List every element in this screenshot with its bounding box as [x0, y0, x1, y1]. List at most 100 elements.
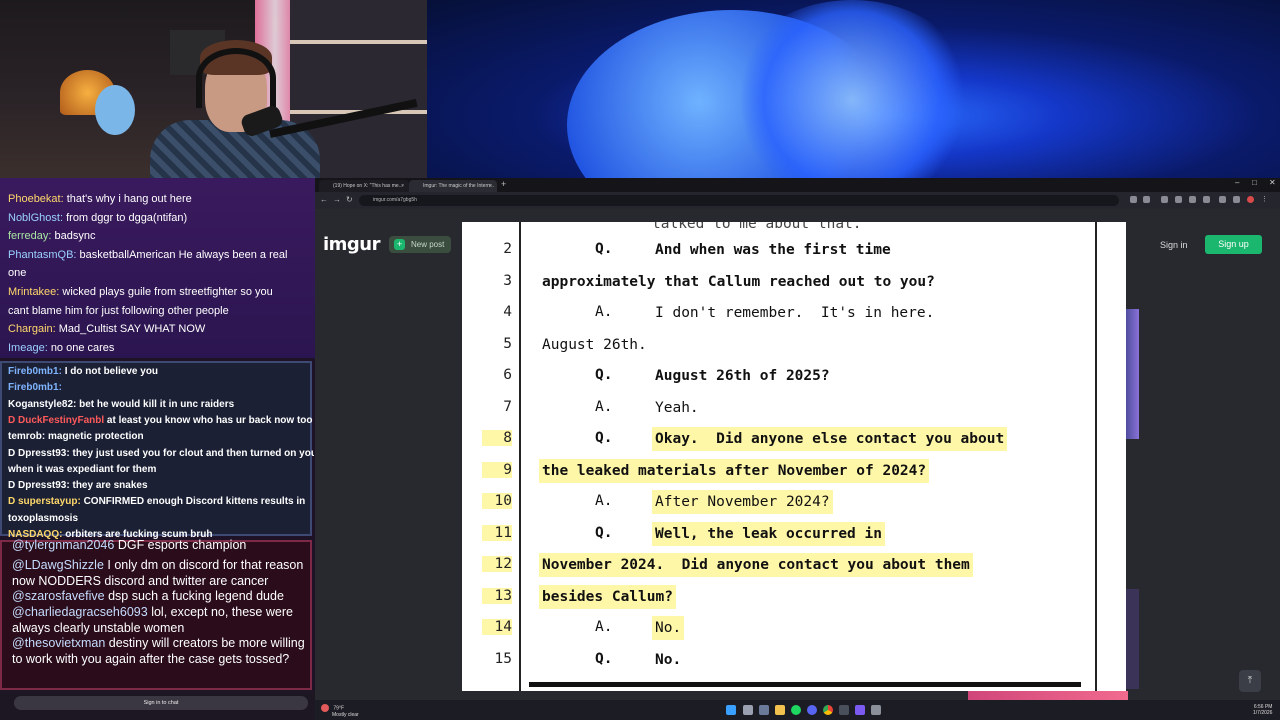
chat-username[interactable]: NoblGhost: [8, 212, 63, 224]
back-icon[interactable]: ← [320, 195, 328, 204]
weather-temp: 79°F [333, 705, 345, 712]
chat-overlay: Phoebekat: that's why i hang out here Nob… [0, 178, 315, 720]
transcript-text: After November 2024? [652, 490, 833, 514]
weather-widget[interactable]: 79°F Mostly clear [321, 704, 359, 718]
chat-username[interactable]: D superstayup: [8, 496, 81, 507]
zoom-icon[interactable] [1130, 196, 1137, 203]
chat-section-mid: Fireb0mb1: I do not believe you Fireb0mb1… [0, 361, 314, 540]
browser-window: (19) Hope on X: "This has me... × Imgur: … [315, 178, 1280, 700]
transcript-image: talked to me about that. 2 Q. And when was… [462, 222, 1126, 691]
forward-icon[interactable]: → [333, 195, 341, 204]
folder-icon[interactable] [775, 705, 785, 715]
extension-icon[interactable] [1161, 196, 1168, 203]
downloads-icon[interactable] [1219, 196, 1226, 203]
extension-icon[interactable] [1189, 196, 1196, 203]
tab-imgur[interactable]: Imgur: The magic of the Intern... × [409, 180, 497, 192]
chat-username[interactable]: ferreday: [8, 230, 51, 242]
chat-username[interactable]: D DuckFestinyFanbl [8, 415, 104, 426]
extension-icon[interactable] [1203, 196, 1210, 203]
chat-username[interactable]: Koganstyle82: [8, 399, 76, 410]
chat-message: D superstayup: CONFIRMED enough Discord … [8, 494, 314, 510]
clock-date: 1/7/2026 [1253, 710, 1273, 716]
tab-label: (19) Hope on X: "This has me... [333, 183, 403, 189]
chat-text: bet he would kill it in unc raiders [79, 398, 235, 410]
speaker-tag: Q. [595, 367, 613, 383]
chat-username[interactable]: D Dpresst93: [8, 448, 70, 459]
app-icon[interactable] [839, 705, 849, 715]
sidebar-icon[interactable] [1233, 196, 1240, 203]
shelf-edge [290, 40, 427, 44]
tab-bar: (19) Hope on X: "This has me... × Imgur: … [315, 178, 1280, 192]
maximize-button[interactable]: □ [1252, 178, 1257, 187]
profile-avatar[interactable] [1247, 196, 1254, 203]
side-thumbnail[interactable] [1125, 309, 1139, 439]
tab-twitter[interactable]: (19) Hope on X: "This has me... × [319, 180, 409, 192]
line-number: 3 [503, 272, 512, 289]
webcam-feed [0, 0, 427, 178]
chat-mention[interactable]: @thesovietxman [12, 636, 105, 650]
speaker-tag: Q. [595, 524, 613, 541]
start-icon[interactable] [726, 705, 736, 715]
sign-in-to-chat-button[interactable]: Sign in to chat [14, 696, 308, 710]
close-tab-icon[interactable]: × [489, 180, 492, 192]
chat-section-top: Phoebekat: that's why i hang out here Nob… [0, 178, 315, 358]
right-margin-rule [1095, 222, 1097, 691]
chat-username[interactable]: Phoebekat: [8, 193, 64, 205]
obs-icon[interactable] [855, 705, 865, 715]
chrome-icon[interactable] [823, 705, 833, 715]
chat-mention[interactable]: @LDawgShizzle [12, 558, 104, 572]
chat-message: D DuckFestinyFanbl at least you know who… [8, 413, 314, 429]
promo-banner[interactable] [968, 691, 1128, 700]
chat-text: cant blame him for just following other … [8, 304, 229, 317]
chat-message: @szarosfavefive dsp such a fucking legen… [12, 589, 308, 605]
spotify-icon[interactable] [791, 705, 801, 715]
chat-message: one [8, 264, 308, 283]
close-tab-icon[interactable]: × [401, 180, 404, 192]
sign-up-button[interactable]: Sign up [1205, 235, 1262, 254]
chat-username[interactable]: Chargain: [8, 323, 56, 335]
reload-icon[interactable]: ↻ [346, 195, 353, 204]
discord-icon[interactable] [807, 705, 817, 715]
chat-message: when it was expediant for them [8, 462, 314, 478]
side-thumbnail[interactable] [1125, 589, 1139, 689]
line-number: 6 [503, 367, 512, 383]
close-window-button[interactable]: ✕ [1269, 178, 1276, 187]
chat-message: @tylergnman2046 DGF esports champion [12, 538, 308, 554]
weather-icon [321, 704, 329, 712]
chat-mention[interactable]: @tylergnman2046 [12, 538, 114, 552]
bookmark-star-icon[interactable] [1143, 196, 1150, 203]
transcript-text: November 2024. Did anyone contact you ab… [539, 553, 973, 577]
chat-username[interactable]: Mrintakee: [8, 286, 59, 298]
chat-message: Koganstyle82: bet he would kill it in un… [8, 397, 314, 413]
image-scrollbar[interactable] [529, 682, 1081, 687]
new-tab-button[interactable]: + [501, 179, 506, 189]
file-explorer-icon[interactable] [759, 705, 769, 715]
chat-username[interactable]: PhantasmQB: [8, 249, 76, 261]
chat-text: when it was expediant for them [8, 463, 157, 475]
chat-username[interactable]: temrob: [8, 431, 45, 442]
settings-icon[interactable] [871, 705, 881, 715]
speaker-tag: A. [595, 493, 613, 509]
url-input[interactable]: imgur.com/a7gbg5h [359, 195, 1119, 206]
chat-text: from dggr to dgga(ntifan) [66, 211, 188, 224]
chat-username[interactable]: Fireb0mb1: [8, 366, 62, 377]
transcript-text: No. [655, 651, 682, 668]
menu-icon[interactable]: ⋮ [1261, 196, 1268, 203]
imgur-logo[interactable]: imgur [323, 234, 381, 255]
chat-username[interactable]: Fireb0mb1: [8, 382, 62, 393]
new-post-label: New post [411, 240, 445, 249]
chat-username[interactable]: D Dpresst93: [8, 480, 70, 491]
chat-message: Imeage: no one cares [8, 339, 308, 358]
chat-username[interactable]: Imeage: [8, 342, 48, 354]
extension-icon[interactable] [1175, 196, 1182, 203]
chat-mention[interactable]: @charliedagracseh6093 [12, 605, 148, 619]
transcript-text: Yeah. [655, 399, 699, 416]
new-post-button[interactable]: + New post [389, 236, 451, 253]
chat-mention[interactable]: @szarosfavefive [12, 589, 105, 603]
minimize-button[interactable]: – [1235, 178, 1239, 187]
system-clock[interactable]: 6:56 PM 1/7/2026 [1253, 704, 1272, 716]
weather-desc: Mostly clear [332, 712, 359, 718]
search-icon[interactable] [743, 705, 753, 715]
scroll-to-top-button[interactable]: ⤒ [1239, 670, 1261, 692]
sign-in-link[interactable]: Sign in [1160, 240, 1188, 250]
